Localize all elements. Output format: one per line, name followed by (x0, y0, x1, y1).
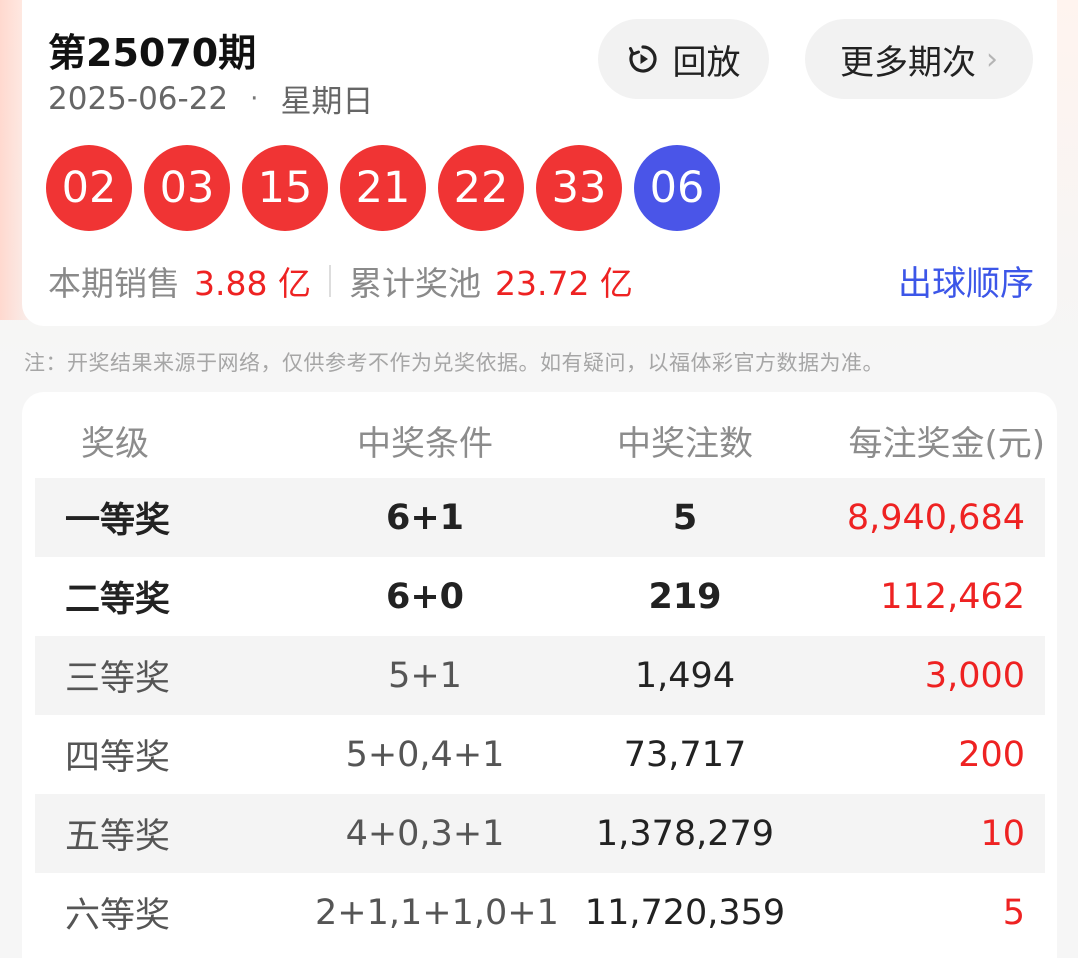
prize-level: 三等奖 (65, 659, 171, 699)
draw-date-line: 2025-06-22 · 星期日 (48, 76, 373, 121)
table-row: 五等奖 4+0,3+1 1,378,279 10 (35, 794, 1045, 873)
draw-date: 2025-06-22 (48, 80, 229, 117)
prize-condition: 5+0,4+1 (345, 734, 505, 775)
red-ball: 21 (340, 145, 426, 231)
prize-level: 二等奖 (65, 580, 171, 620)
header-count: 中奖注数 (617, 423, 753, 464)
prize-condition: 5+1 (388, 655, 462, 696)
prize-condition: 2+1,1+1,0+1 (315, 892, 559, 933)
red-ball: 15 (242, 145, 328, 231)
prize-amount: 10 (980, 813, 1025, 854)
chevron-right-icon: › (986, 41, 998, 77)
ball-order-link[interactable]: 出球顺序 (898, 256, 1034, 305)
red-ball: 33 (536, 145, 622, 231)
prize-count: 73,717 (623, 734, 747, 775)
sales-label: 本期销售 (48, 263, 180, 303)
sales-amount: 3.88 亿 (194, 263, 311, 303)
more-issues-label: 更多期次 (840, 42, 976, 83)
prize-condition: 4+0,3+1 (345, 813, 505, 854)
pool-label: 累计奖池 (348, 263, 481, 303)
sales-pool-row: 本期销售 3.88 亿 累计奖池 23.72 亿 出球顺序 (48, 256, 1034, 305)
prize-count: 1,378,279 (595, 813, 775, 854)
prize-condition: 6+1 (385, 497, 465, 538)
red-ball: 02 (46, 145, 132, 231)
header-amount: 每注奖金(元) (848, 423, 1045, 464)
red-ball: 22 (438, 145, 524, 231)
red-ball: 03 (144, 145, 230, 231)
prize-amount: 5 (1002, 892, 1025, 933)
header-condition: 中奖条件 (357, 423, 493, 464)
prize-amount: 3,000 (924, 655, 1025, 696)
prize-count: 1,494 (634, 655, 736, 696)
prize-table-header: 奖级 中奖条件 中奖注数 每注奖金(元) (35, 410, 1045, 470)
issue-title: 第25070期 (48, 31, 257, 75)
pool-amount: 23.72 亿 (494, 263, 633, 303)
disclaimer-note: 注：开奖结果来源于网络，仅供参考不作为兑奖依据。如有疑问，以福体彩官方数据为准。 (24, 351, 884, 375)
table-row: 六等奖 2+1,1+1,0+1 11,720,359 5 (35, 873, 1045, 952)
more-issues-button[interactable]: 更多期次 › (805, 19, 1033, 99)
table-row: 一等奖 6+1 5 8,940,684 (35, 478, 1045, 557)
header-level: 奖级 (81, 423, 149, 464)
blue-ball: 06 (634, 145, 720, 231)
divider (328, 264, 331, 297)
date-separator-dot: · (250, 83, 259, 114)
prize-level: 五等奖 (65, 817, 171, 857)
replay-label: 回放 (672, 42, 741, 83)
prize-condition: 6+0 (385, 576, 465, 617)
prize-count: 11,720,359 (584, 892, 786, 933)
prize-level: 四等奖 (65, 738, 171, 778)
prize-amount: 112,462 (880, 576, 1025, 617)
prize-table-card: 奖级 中奖条件 中奖注数 每注奖金(元) 一等奖 6+1 5 8,940,684… (22, 392, 1057, 958)
table-row: 三等奖 5+1 1,494 3,000 (35, 636, 1045, 715)
prize-table-body: 一等奖 6+1 5 8,940,684 二等奖 6+0 219 112,462 … (35, 478, 1045, 952)
draw-weekday: 星期日 (280, 84, 374, 120)
prize-level: 一等奖 (65, 501, 171, 541)
prize-count: 5 (672, 497, 698, 538)
prize-count: 219 (648, 576, 722, 617)
prize-amount: 8,940,684 (846, 497, 1025, 538)
prize-level: 六等奖 (65, 896, 171, 936)
table-row: 四等奖 5+0,4+1 73,717 200 (35, 715, 1045, 794)
replay-icon (628, 45, 657, 73)
table-row: 二等奖 6+0 219 112,462 (35, 557, 1045, 636)
winning-numbers: 02 03 15 21 22 33 06 (46, 145, 732, 231)
prize-amount: 200 (958, 734, 1025, 775)
replay-button[interactable]: 回放 (598, 19, 769, 99)
